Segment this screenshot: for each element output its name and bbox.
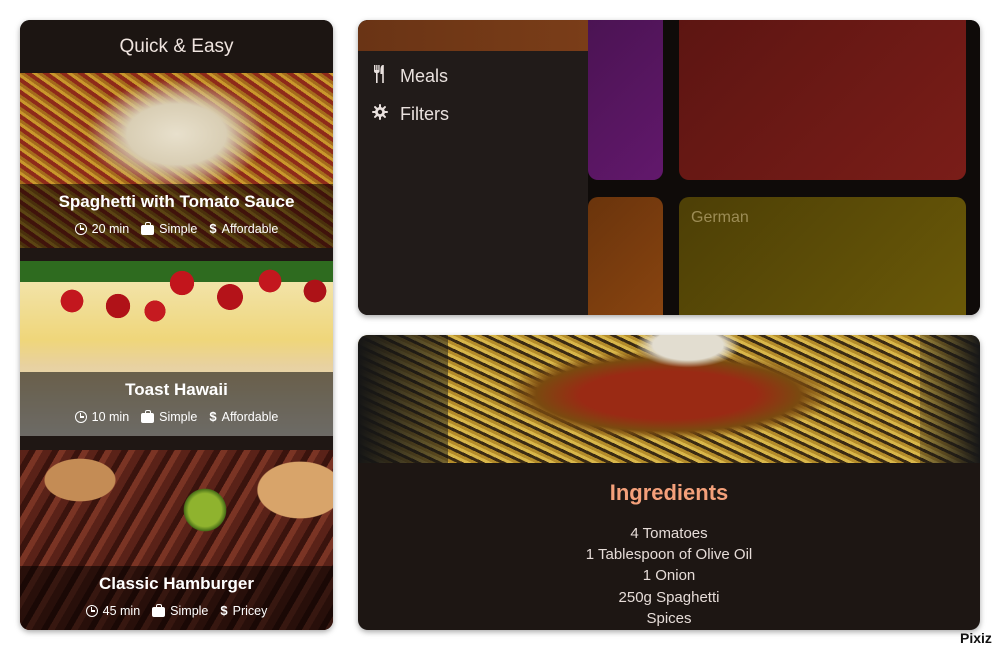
ingredient-item: 250g Spaghetti [618,588,720,606]
meal-affordability: Affordable [221,409,279,424]
app-bar: Quick & Easy [20,20,333,73]
meal-overlay: Spaghetti with Tomato Sauce 20 min Simpl… [20,184,333,248]
meal-hero-image [358,335,980,463]
ingredients-heading: Ingredients [609,480,729,505]
drawer-item-filters[interactable]: Filters [358,95,588,133]
meal-affordability: Pricey [232,603,268,618]
dollar-icon: $ [209,409,217,424]
settings-icon [372,103,388,125]
meal-overlay: Toast Hawaii 10 min Simple $ Affordable [20,372,333,436]
meal-card[interactable]: Toast Hawaii 10 min Simple $ Affordable [20,261,333,436]
page-title: Quick & Easy [119,35,234,57]
restaurant-icon [372,64,388,88]
meal-duration: 10 min [91,409,130,424]
category-label: German [691,209,749,226]
drawer-item-label: Meals [400,65,449,86]
meal-detail-screen: Ingredients 4 Tomatoes 1 Tablespoon of O… [358,335,980,630]
drawer-screen: German Meals Filters [358,20,980,315]
meal-title: Spaghetti with Tomato Sauce [58,192,295,211]
category-tile-german[interactable]: German [679,197,966,315]
meal-title: Toast Hawaii [125,380,228,399]
dollar-icon: $ [220,603,228,618]
watermark: Pixiz [960,630,992,646]
meal-complexity: Simple [170,603,209,618]
navigation-drawer: Meals Filters [358,20,588,315]
meal-complexity: Simple [159,221,198,236]
meal-overlay: Classic Hamburger 45 min Simple $ Pricey [20,566,333,630]
drawer-item-meals[interactable]: Meals [358,57,588,95]
category-meals-screen: Quick & Easy Spaghetti with Tomato Sauce… [20,20,333,630]
meal-affordability: Affordable [221,221,279,236]
meal-complexity: Simple [159,409,198,424]
briefcase-icon [141,409,155,423]
meal-card[interactable]: Spaghetti with Tomato Sauce 20 min Simpl… [20,73,333,248]
briefcase-icon [141,221,155,235]
briefcase-icon [152,603,166,617]
drawer-item-label: Filters [400,103,449,124]
category-tile[interactable] [588,20,663,180]
category-tile[interactable] [679,20,966,180]
ingredient-item: Spices [646,609,692,627]
ingredients-list: 4 Tomatoes 1 Tablespoon of Olive Oil 1 O… [358,523,980,629]
meal-duration: 45 min [102,603,141,618]
meal-card[interactable]: Classic Hamburger 45 min Simple $ Pricey [20,450,333,630]
meal-duration: 20 min [91,221,130,236]
clock-icon [74,222,87,235]
ingredient-item: 4 Tomatoes [630,525,708,542]
ingredient-item: 1 Tablespoon of Olive Oil [585,546,753,564]
category-tile[interactable] [588,197,663,315]
category-grid: German [588,20,980,315]
clock-icon [85,604,98,617]
meal-title: Classic Hamburger [99,574,254,593]
ingredient-item: 1 Onion [642,567,696,585]
clock-icon [74,410,87,423]
dollar-icon: $ [209,221,217,236]
drawer-header [358,20,588,51]
